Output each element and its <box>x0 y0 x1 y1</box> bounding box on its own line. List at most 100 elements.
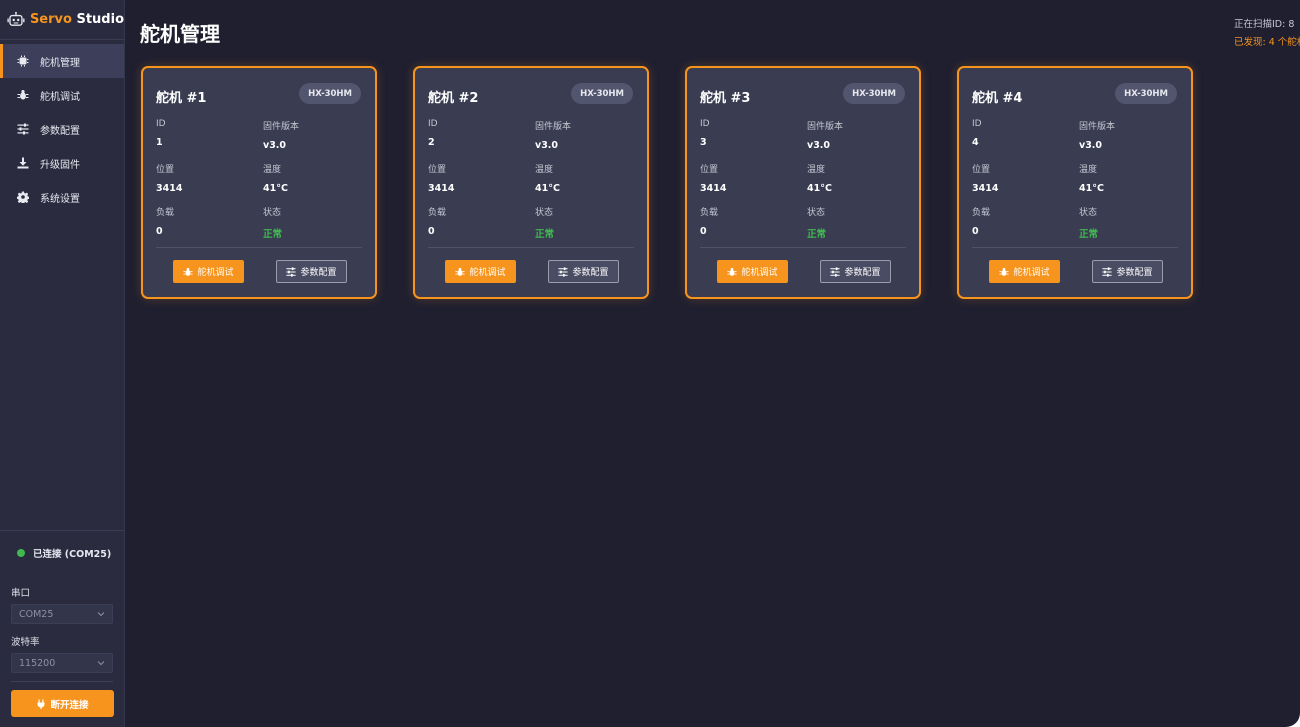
field-load: 负载 0 <box>156 208 175 237</box>
bug-icon <box>183 267 194 276</box>
sidebar-item-label: 升级固件 <box>40 159 80 171</box>
divider <box>700 247 906 248</box>
field-load: 负载 0 <box>700 208 719 237</box>
port-label: 串口 <box>11 588 31 599</box>
sidebar-item-servo-management[interactable]: 舵机管理 <box>0 44 124 78</box>
field-id: ID 4 <box>972 119 982 148</box>
page-title: 舵机管理 <box>140 22 220 46</box>
baud-select[interactable]: 115200 <box>11 653 113 673</box>
disconnect-button[interactable]: 断开连接 <box>11 690 114 717</box>
field-firmware: 固件版本 v3.0 <box>807 122 844 151</box>
field-id: ID 1 <box>156 119 166 148</box>
button-label: 舵机调试 <box>741 268 778 278</box>
baud-label: 波特率 <box>11 637 40 648</box>
field-position: 位置 3414 <box>700 165 727 194</box>
field-status: 状态 正常 <box>263 208 283 240</box>
model-badge: HX-30HM <box>843 83 905 104</box>
divider <box>972 247 1178 248</box>
field-load: 负载 0 <box>972 208 991 237</box>
status-dot-icon <box>17 549 25 557</box>
bug-icon <box>16 88 30 102</box>
scan-status-text: 正在扫描ID: 8 <box>1234 19 1295 30</box>
scan-info: 正在扫描ID: 8 已发现: 4 个舵机 <box>1234 16 1300 48</box>
button-label: 参数配置 <box>844 268 881 278</box>
servo-card-title: 舵机 #2 <box>428 91 479 106</box>
bug-icon <box>999 267 1010 276</box>
connection-panel: 已连接 (COM25) 串口 COM25 波特率 115200 断开连接 <box>0 530 124 727</box>
divider <box>156 247 362 248</box>
bug-icon <box>455 267 466 276</box>
param-config-button[interactable]: 参数配置 <box>276 260 347 283</box>
app-logo: Servo Studio <box>0 0 124 40</box>
servo-debug-button[interactable]: 舵机调试 <box>989 260 1060 283</box>
chip-icon <box>16 54 30 68</box>
app-name: Servo Studio <box>29 12 124 27</box>
sliders-icon <box>558 266 569 277</box>
button-label: 参数配置 <box>1116 268 1153 278</box>
servo-card: 舵机 #3 HX-30HM ID 3 固件版本 v3.0 位置 3414 温度 41°C… <box>685 66 921 299</box>
app-window: Servo Studio 舵机管理 舵机调试 参数配置 升级固件 系统设置 已连… <box>0 0 1300 727</box>
servo-debug-button[interactable]: 舵机调试 <box>717 260 788 283</box>
chevron-down-icon <box>97 661 105 666</box>
plug-icon <box>37 699 45 709</box>
sliders-icon <box>830 266 841 277</box>
button-label: 舵机调试 <box>197 268 234 278</box>
sidebar-item-label: 参数配置 <box>40 125 80 137</box>
port-select-value: COM25 <box>19 608 54 620</box>
button-label: 舵机调试 <box>1013 268 1050 278</box>
field-temperature: 温度 41°C <box>535 165 560 194</box>
sidebar-item-param-config[interactable]: 参数配置 <box>0 112 124 146</box>
param-config-button[interactable]: 参数配置 <box>820 260 891 283</box>
servo-card-title: 舵机 #3 <box>700 91 751 106</box>
servo-card-title: 舵机 #4 <box>972 91 1023 106</box>
param-config-button[interactable]: 参数配置 <box>548 260 619 283</box>
field-id: ID 3 <box>700 119 710 148</box>
button-label: 舵机调试 <box>469 268 506 278</box>
sidebar-item-firmware-upgrade[interactable]: 升级固件 <box>0 146 124 180</box>
field-status: 状态 正常 <box>807 208 827 240</box>
field-temperature: 温度 41°C <box>1079 165 1104 194</box>
field-position: 位置 3414 <box>428 165 455 194</box>
sidebar-item-label: 舵机管理 <box>40 57 80 69</box>
disconnect-label: 断开连接 <box>50 699 89 711</box>
field-id: ID 2 <box>428 119 438 148</box>
field-status: 状态 正常 <box>535 208 555 240</box>
servo-card: 舵机 #1 HX-30HM ID 1 固件版本 v3.0 位置 3414 温度 41°C… <box>141 66 377 299</box>
field-position: 位置 3414 <box>156 165 183 194</box>
model-badge: HX-30HM <box>299 83 361 104</box>
field-load: 负载 0 <box>428 208 447 237</box>
param-config-button[interactable]: 参数配置 <box>1092 260 1163 283</box>
download-icon <box>16 156 30 170</box>
sliders-icon <box>16 122 30 136</box>
port-select[interactable]: COM25 <box>11 604 113 624</box>
sidebar-item-system-settings[interactable]: 系统设置 <box>0 180 124 214</box>
chevron-down-icon <box>97 612 105 617</box>
field-temperature: 温度 41°C <box>263 165 288 194</box>
field-temperature: 温度 41°C <box>807 165 832 194</box>
servo-debug-button[interactable]: 舵机调试 <box>173 260 244 283</box>
servo-debug-button[interactable]: 舵机调试 <box>445 260 516 283</box>
model-badge: HX-30HM <box>571 83 633 104</box>
sidebar-item-label: 舵机调试 <box>40 91 80 103</box>
connection-status: 已连接 (COM25) <box>11 531 113 575</box>
field-firmware: 固件版本 v3.0 <box>263 122 300 151</box>
field-position: 位置 3414 <box>972 165 999 194</box>
gear-icon <box>16 190 30 204</box>
sidebar-nav: 舵机管理 舵机调试 参数配置 升级固件 系统设置 <box>0 44 124 214</box>
servo-card: 舵机 #4 HX-30HM ID 4 固件版本 v3.0 位置 3414 温度 41°C… <box>957 66 1193 299</box>
bug-icon <box>727 267 738 276</box>
button-label: 参数配置 <box>572 268 609 278</box>
sliders-icon <box>1102 266 1113 277</box>
connection-status-text: 已连接 (COM25) <box>33 549 112 560</box>
servo-card: 舵机 #2 HX-30HM ID 2 固件版本 v3.0 位置 3414 温度 41°C… <box>413 66 649 299</box>
sidebar: Servo Studio 舵机管理 舵机调试 参数配置 升级固件 系统设置 已连… <box>0 0 125 727</box>
sliders-icon <box>286 266 297 277</box>
sidebar-item-servo-debug[interactable]: 舵机调试 <box>0 78 124 112</box>
button-label: 参数配置 <box>300 268 337 278</box>
field-firmware: 固件版本 v3.0 <box>535 122 572 151</box>
divider <box>11 681 113 682</box>
baud-select-value: 115200 <box>19 657 56 669</box>
divider <box>428 247 634 248</box>
found-count-text: 已发现: 4 个舵机 <box>1234 37 1300 48</box>
robot-icon <box>7 11 25 26</box>
